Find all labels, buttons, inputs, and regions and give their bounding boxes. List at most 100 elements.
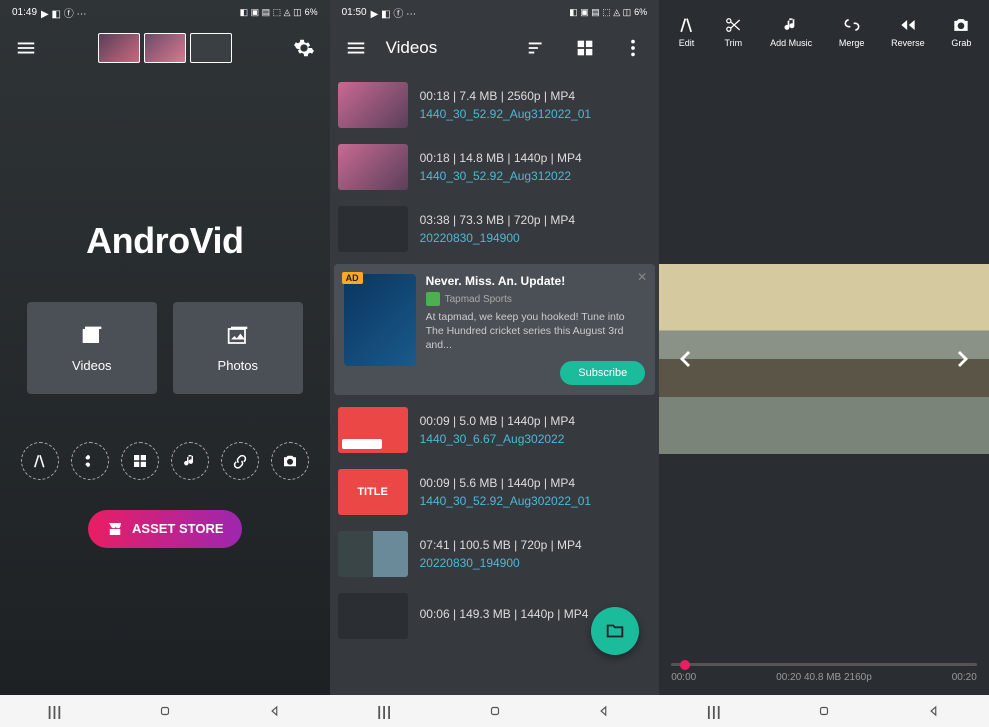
menu-button[interactable] bbox=[8, 30, 44, 66]
thumb-3[interactable] bbox=[190, 33, 232, 63]
prev-arrow[interactable] bbox=[667, 341, 703, 377]
tool-label: Grab bbox=[951, 38, 971, 48]
signal-icons: ◧ ▣ ▤ ⬚ ◬ ◫ bbox=[240, 7, 302, 18]
battery-level: 6% bbox=[634, 7, 647, 17]
hero-section: AndroVid Videos Photos ASSET STORE bbox=[0, 72, 330, 695]
editor-screen: Edit Trim Add Music Merge Reverse Grab 0… bbox=[659, 0, 989, 695]
settings-button[interactable] bbox=[286, 30, 322, 66]
video-thumb bbox=[338, 407, 408, 453]
tool-label: Trim bbox=[724, 38, 742, 48]
android-navbar: ||| ||| ||| bbox=[0, 695, 989, 727]
more-button[interactable] bbox=[615, 30, 651, 66]
recents-button[interactable]: ||| bbox=[330, 695, 440, 727]
ad-close-icon[interactable]: ✕ bbox=[637, 270, 647, 284]
thumb-1[interactable] bbox=[98, 33, 140, 63]
grab-tool[interactable]: Grab bbox=[951, 15, 971, 48]
subscribe-button[interactable]: Subscribe bbox=[560, 361, 645, 385]
home-screen: 01:49▶ ◧ ⓕ ⋯ ◧ ▣ ▤ ⬚ ◬ ◫6% AndroVid Vide… bbox=[0, 0, 330, 695]
status-time: 01:49 bbox=[12, 7, 37, 18]
photos-icon bbox=[224, 322, 252, 350]
video-thumb bbox=[338, 206, 408, 252]
trim-action[interactable] bbox=[71, 442, 109, 480]
image-area[interactable] bbox=[659, 62, 989, 655]
ad-description: At tapmad, we keep you hooked! Tune into… bbox=[426, 310, 646, 353]
back-button[interactable] bbox=[220, 695, 330, 727]
menu-button[interactable] bbox=[338, 30, 374, 66]
status-icons: ▶ ◧ ⓕ ⋯ bbox=[41, 5, 86, 20]
trim-tool[interactable]: Trim bbox=[723, 15, 743, 48]
sort-button[interactable] bbox=[519, 30, 555, 66]
back-button[interactable] bbox=[879, 695, 989, 727]
tool-label: Merge bbox=[839, 38, 865, 48]
recents-button[interactable]: ||| bbox=[0, 695, 110, 727]
ad-badge: AD bbox=[342, 272, 363, 284]
video-meta: 00:09 | 5.0 MB | 1440p | MP4 bbox=[420, 414, 652, 428]
video-meta: 07:41 | 100.5 MB | 720p | MP4 bbox=[420, 538, 652, 552]
preview-image bbox=[659, 264, 989, 454]
collage-action[interactable] bbox=[121, 442, 159, 480]
video-name: 1440_30_52.92_Aug312022_01 bbox=[420, 107, 652, 121]
home-button[interactable] bbox=[769, 695, 879, 727]
video-row[interactable]: 07:41 | 100.5 MB | 720p | MP4 20220830_19… bbox=[330, 525, 660, 583]
asset-store-label: ASSET STORE bbox=[132, 521, 224, 536]
photos-tile[interactable]: Photos bbox=[173, 302, 303, 394]
video-row[interactable]: 00:09 | 5.0 MB | 1440p | MP41440_30_6.67… bbox=[330, 401, 660, 459]
music-tool[interactable]: Add Music bbox=[770, 15, 812, 48]
status-bar: 01:49▶ ◧ ⓕ ⋯ ◧ ▣ ▤ ⬚ ◬ ◫6% bbox=[0, 0, 330, 24]
status-bar: 01:50▶ ◧ ⓕ ⋯ ◧ ▣ ▤ ⬚ ◬ ◫6% bbox=[330, 0, 660, 24]
music-action[interactable] bbox=[171, 442, 209, 480]
video-thumb bbox=[338, 144, 408, 190]
video-row[interactable]: 00:18 | 14.8 MB | 1440p | MP4 1440_30_52.… bbox=[330, 138, 660, 196]
recents-button[interactable]: ||| bbox=[659, 695, 769, 727]
next-arrow[interactable] bbox=[945, 341, 981, 377]
tool-label: Reverse bbox=[891, 38, 925, 48]
progress-knob[interactable] bbox=[680, 660, 690, 670]
camera-action[interactable] bbox=[271, 442, 309, 480]
progress-bar[interactable]: 00:00 00:20 40.8 MB 2160p 00:20 bbox=[659, 655, 989, 695]
video-name: 1440_30_52.92_Aug312022 bbox=[420, 169, 652, 183]
progress-track[interactable] bbox=[671, 663, 977, 666]
preview-area: 00:00 00:20 40.8 MB 2160p 00:20 bbox=[659, 62, 989, 695]
ad-publisher: Tapmad Sports bbox=[445, 294, 512, 305]
status-icons: ▶ ◧ ⓕ ⋯ bbox=[371, 5, 416, 20]
videos-titlebar: Videos bbox=[330, 24, 660, 72]
recent-thumbs[interactable] bbox=[52, 33, 278, 63]
back-button[interactable] bbox=[549, 695, 659, 727]
store-icon bbox=[106, 520, 124, 538]
video-meta: 00:09 | 5.6 MB | 1440p | MP4 bbox=[420, 476, 652, 490]
video-meta: 00:18 | 14.8 MB | 1440p | MP4 bbox=[420, 151, 652, 165]
reverse-tool[interactable]: Reverse bbox=[891, 15, 925, 48]
merge-tool[interactable]: Merge bbox=[839, 15, 865, 48]
video-thumb: TITLE bbox=[338, 469, 408, 515]
link-action[interactable] bbox=[221, 442, 259, 480]
video-row[interactable]: 03:38 | 73.3 MB | 720p | MP420220830_194… bbox=[330, 200, 660, 258]
videos-screen: 01:50▶ ◧ ⓕ ⋯ ◧ ▣ ▤ ⬚ ◬ ◫6% Videos 00:18 … bbox=[330, 0, 660, 695]
asset-store-button[interactable]: ASSET STORE bbox=[88, 510, 242, 548]
photos-label: Photos bbox=[218, 358, 258, 373]
video-meta: 03:38 | 73.3 MB | 720p | MP4 bbox=[420, 213, 652, 227]
video-thumb bbox=[338, 82, 408, 128]
app-brand: AndroVid bbox=[86, 220, 243, 262]
time-end: 00:20 bbox=[952, 672, 977, 683]
videos-tile[interactable]: Videos bbox=[27, 302, 157, 394]
ad-card[interactable]: AD ✕ Never. Miss. An. Update! Tapmad Spo… bbox=[334, 264, 656, 395]
home-button[interactable] bbox=[110, 695, 220, 727]
video-row[interactable]: TITLE00:09 | 5.6 MB | 1440p | MP41440_30… bbox=[330, 463, 660, 521]
home-topbar bbox=[0, 24, 330, 72]
time-mid: 00:20 40.8 MB 2160p bbox=[776, 672, 872, 683]
edit-tool[interactable]: Edit bbox=[677, 15, 697, 48]
thumb-2[interactable] bbox=[144, 33, 186, 63]
video-list[interactable]: 00:18 | 7.4 MB | 2560p | MP41440_30_52.9… bbox=[330, 72, 660, 695]
folder-fab[interactable] bbox=[591, 607, 639, 655]
video-row[interactable]: 00:18 | 7.4 MB | 2560p | MP41440_30_52.9… bbox=[330, 76, 660, 134]
quick-actions bbox=[21, 442, 309, 480]
signal-icons: ◧ ▣ ▤ ⬚ ◬ ◫ bbox=[569, 7, 631, 18]
ad-pub-icon bbox=[426, 292, 440, 306]
home-button[interactable] bbox=[440, 695, 550, 727]
video-thumb bbox=[338, 531, 408, 577]
title-thumb-label: TITLE bbox=[357, 486, 388, 498]
grid-button[interactable] bbox=[567, 30, 603, 66]
tool-label: Edit bbox=[679, 38, 695, 48]
video-name: 20220830_194900 bbox=[420, 556, 652, 570]
edit-action[interactable] bbox=[21, 442, 59, 480]
